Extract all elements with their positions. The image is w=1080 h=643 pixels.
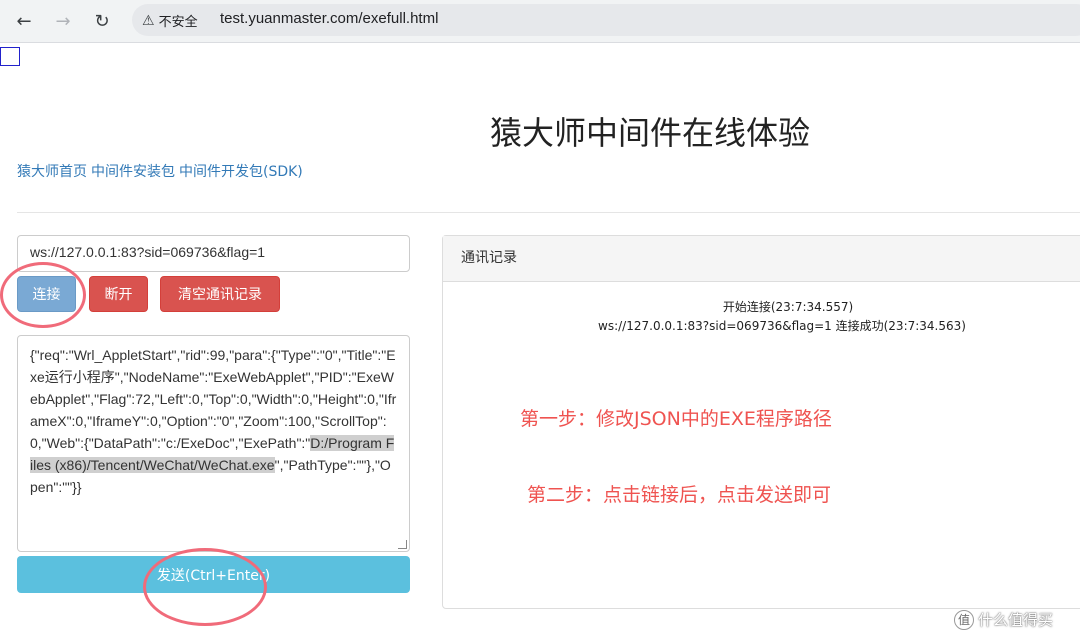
log-entry: 开始连接(23:7:34.557) bbox=[722, 300, 854, 314]
log-panel-title: 通讯记录 bbox=[443, 236, 1080, 282]
warning-icon: ⚠ bbox=[142, 12, 155, 29]
divider bbox=[17, 212, 1080, 213]
url-text[interactable]: test.yuanmaster.com/exefull.html bbox=[220, 10, 438, 27]
watermark-logo-icon: 值 bbox=[954, 609, 974, 630]
browser-toolbar: ← → ↻ ⚠ 不安全 test.yuanmaster.com/exefull.… bbox=[0, 0, 1080, 43]
annotation-step2: 第二步：点击链接后，点击发送即可 bbox=[527, 484, 832, 506]
address-bar[interactable]: ⚠ 不安全 test.yuanmaster.com/exefull.html bbox=[132, 4, 1080, 36]
page-title: 猿大师中间件在线体验 bbox=[489, 114, 810, 152]
clear-log-button[interactable]: 清空通讯记录 bbox=[160, 276, 280, 312]
back-arrow-icon[interactable]: ← bbox=[11, 8, 37, 34]
highlight-circle-send bbox=[143, 548, 267, 626]
watermark: 值 什么值得买 bbox=[954, 609, 1053, 630]
security-indicator[interactable]: ⚠ 不安全 bbox=[142, 11, 198, 31]
top-links: 猿大师首页 中间件安装包 中间件开发包(SDK) bbox=[17, 161, 307, 181]
security-label: 不安全 bbox=[158, 15, 198, 30]
highlight-circle-connect bbox=[0, 262, 86, 328]
forward-arrow-icon[interactable]: → bbox=[50, 8, 76, 34]
log-list: 开始连接(23:7:34.557) ws://127.0.0.1:83?sid=… bbox=[443, 298, 1080, 336]
link-installer[interactable]: 中间件安装包 bbox=[91, 164, 175, 180]
watermark-text: 什么值得买 bbox=[978, 611, 1054, 629]
websocket-url-input[interactable]: ws://127.0.0.1:83?sid=069736&flag=1 bbox=[17, 235, 410, 272]
resize-handle[interactable] bbox=[398, 540, 407, 549]
placeholder-box bbox=[0, 47, 20, 66]
json-request-textarea[interactable]: {"req":"Wrl_AppletStart","rid":99,"para"… bbox=[17, 335, 410, 552]
link-sdk[interactable]: 中间件开发包(SDK) bbox=[179, 164, 303, 180]
reload-icon[interactable]: ↻ bbox=[89, 8, 115, 34]
log-entry: ws://127.0.0.1:83?sid=069736&flag=1 连接成功… bbox=[598, 319, 966, 333]
annotation-step1: 第一步：修改JSON中的EXE程序路径 bbox=[520, 408, 832, 430]
disconnect-button[interactable]: 断开 bbox=[89, 276, 148, 312]
link-home[interactable]: 猿大师首页 bbox=[17, 164, 87, 180]
